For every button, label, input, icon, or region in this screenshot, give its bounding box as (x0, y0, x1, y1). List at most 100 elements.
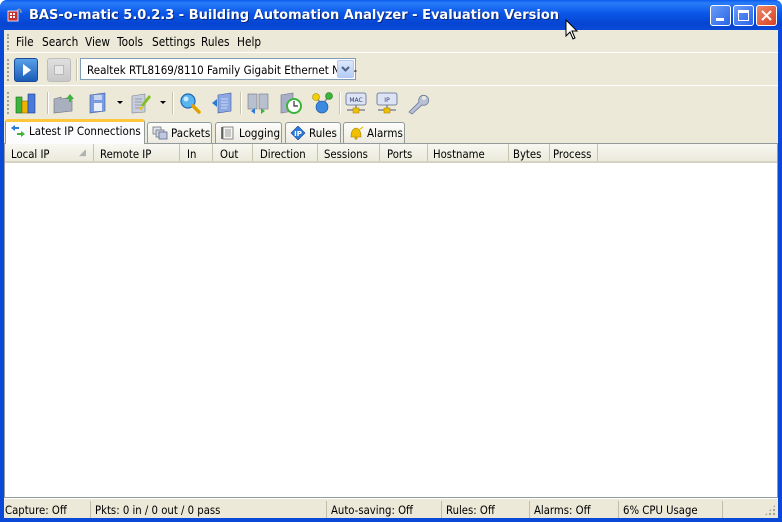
column-remote-ip[interactable]: Remote IP (94, 144, 180, 161)
tab-strip: Latest IP Connections Packets Logging IP… (4, 119, 778, 144)
column-hostname[interactable]: Hostname (428, 144, 509, 161)
menu-help[interactable]: Help (237, 35, 261, 49)
status-capture-text: Capture: Off (5, 503, 67, 517)
svg-text:IP: IP (384, 97, 390, 104)
settings-wrench-icon[interactable] (406, 91, 430, 115)
sort-indicator-icon: ◢ (79, 147, 86, 157)
window-title: BAS-o-matic 5.0.2.3 - Building Automatio… (29, 8, 560, 23)
status-rules-text: Rules: Off (446, 503, 495, 517)
status-alarms-text: Alarms: Off (534, 503, 591, 517)
minimize-button[interactable] (710, 5, 731, 26)
logging-icon (221, 126, 234, 140)
menu-view[interactable]: View (85, 35, 110, 49)
close-icon (761, 10, 772, 21)
tab-rules[interactable]: IP Rules (285, 122, 341, 143)
column-label: Remote IP (100, 147, 152, 161)
toolbar-grip[interactable] (7, 59, 10, 81)
maximize-button[interactable] (733, 5, 754, 26)
tab-packets[interactable]: Packets (147, 122, 212, 143)
column-process[interactable]: Process (550, 144, 598, 161)
tab-logging[interactable]: Logging (215, 122, 282, 143)
column-sessions[interactable]: Sessions (318, 144, 380, 161)
statistics-icon[interactable] (14, 91, 38, 115)
status-cpu-text: 6% CPU Usage (623, 503, 698, 517)
svg-text:MAC: MAC (349, 97, 362, 104)
stop-icon (54, 65, 64, 75)
tab-label: Packets (171, 126, 211, 140)
column-label: Bytes (513, 147, 542, 161)
status-cpu: 6% CPU Usage (620, 501, 723, 518)
status-capture: Capture: Off (4, 501, 91, 518)
toolbar-separator (240, 92, 242, 114)
mac-address-icon[interactable]: MAC (344, 91, 368, 115)
toolbar-separator (76, 59, 78, 81)
search-icon[interactable] (178, 91, 202, 115)
tab-latest-ip-connections[interactable]: Latest IP Connections (5, 119, 145, 144)
status-alarms: Alarms: Off (531, 501, 619, 518)
close-button[interactable] (756, 5, 777, 26)
menubar-grip[interactable] (7, 34, 10, 50)
menu-rules[interactable]: Rules (201, 35, 229, 49)
status-autosave: Auto-saving: Off (328, 501, 442, 518)
start-capture-button[interactable] (14, 58, 38, 82)
status-bar: Capture: Off Pkts: 0 in / 0 out / 0 pass… (4, 498, 778, 518)
status-rules: Rules: Off (443, 501, 530, 518)
import-icon[interactable] (210, 91, 234, 115)
tab-alarms[interactable]: Alarms (343, 122, 405, 143)
clear-dropdown-arrow[interactable] (160, 101, 166, 104)
maximize-icon (738, 10, 749, 21)
app-icon[interactable] (7, 7, 23, 23)
column-in[interactable]: In (180, 144, 213, 161)
svg-text:IP: IP (294, 130, 302, 138)
capture-toolbar: Realtek RTL8169/8110 Family Gigabit Ethe… (4, 54, 778, 86)
tab-label: Rules (309, 126, 337, 140)
title-bar[interactable]: BAS-o-matic 5.0.2.3 - Building Automatio… (0, 0, 782, 30)
column-label: Hostname (433, 147, 485, 161)
column-local-ip[interactable]: Local IP ◢ (5, 144, 94, 161)
tab-label: Alarms (367, 126, 403, 140)
save-dropdown-arrow[interactable] (117, 101, 123, 104)
network-adapter-value: Realtek RTL8169/8110 Family Gigabit Ethe… (87, 63, 358, 77)
main-toolbar: MAC IP (4, 87, 778, 119)
save-icon[interactable] (86, 91, 110, 115)
column-out[interactable]: Out (213, 144, 253, 161)
menu-file[interactable]: File (16, 35, 34, 49)
stop-capture-button[interactable] (47, 58, 71, 82)
menu-bar: File Search View Tools Settings Rules He… (4, 30, 778, 53)
status-autosave-text: Auto-saving: Off (331, 503, 414, 517)
column-label: Process (553, 147, 592, 161)
menu-tools[interactable]: Tools (117, 35, 143, 49)
play-icon (23, 64, 31, 76)
menu-search[interactable]: Search (42, 35, 78, 49)
topology-icon[interactable] (310, 91, 334, 115)
status-packets: Pkts: 0 in / 0 out / 0 pass (92, 501, 327, 518)
column-bytes[interactable]: Bytes (509, 144, 550, 161)
resize-grip[interactable] (764, 504, 776, 516)
toolbar-grip[interactable] (7, 92, 10, 114)
app-window: BAS-o-matic 5.0.2.3 - Building Automatio… (0, 0, 782, 522)
network-adapter-select[interactable]: Realtek RTL8169/8110 Family Gigabit Ethe… (80, 58, 358, 80)
ip-address-icon[interactable]: IP (375, 91, 399, 115)
open-folder-icon[interactable] (52, 91, 76, 115)
status-packets-text: Pkts: 0 in / 0 out / 0 pass (95, 503, 221, 517)
column-direction[interactable]: Direction (253, 144, 318, 161)
network-servers-icon[interactable] (246, 91, 270, 115)
scheduler-icon[interactable] (279, 91, 303, 115)
connections-icon (11, 125, 25, 137)
client-area: File Search View Tools Settings Rules He… (4, 30, 778, 518)
minimize-icon (716, 18, 724, 21)
packets-icon (152, 126, 168, 140)
tab-label: Latest IP Connections (29, 124, 141, 138)
menu-settings[interactable]: Settings (152, 35, 195, 49)
toolbar-separator (339, 92, 341, 114)
alarm-bell-icon (350, 126, 364, 140)
clear-log-icon[interactable] (129, 91, 153, 115)
column-label: Local IP (11, 147, 50, 161)
rules-icon: IP (290, 126, 306, 140)
dropdown-button[interactable] (337, 60, 354, 78)
tab-label: Logging (239, 126, 281, 140)
chevron-down-icon (341, 66, 350, 72)
connections-list[interactable]: Local IP ◢ Remote IP In Out Direction Se… (4, 143, 778, 498)
column-ports[interactable]: Ports (380, 144, 428, 161)
column-label: Out (220, 147, 239, 161)
